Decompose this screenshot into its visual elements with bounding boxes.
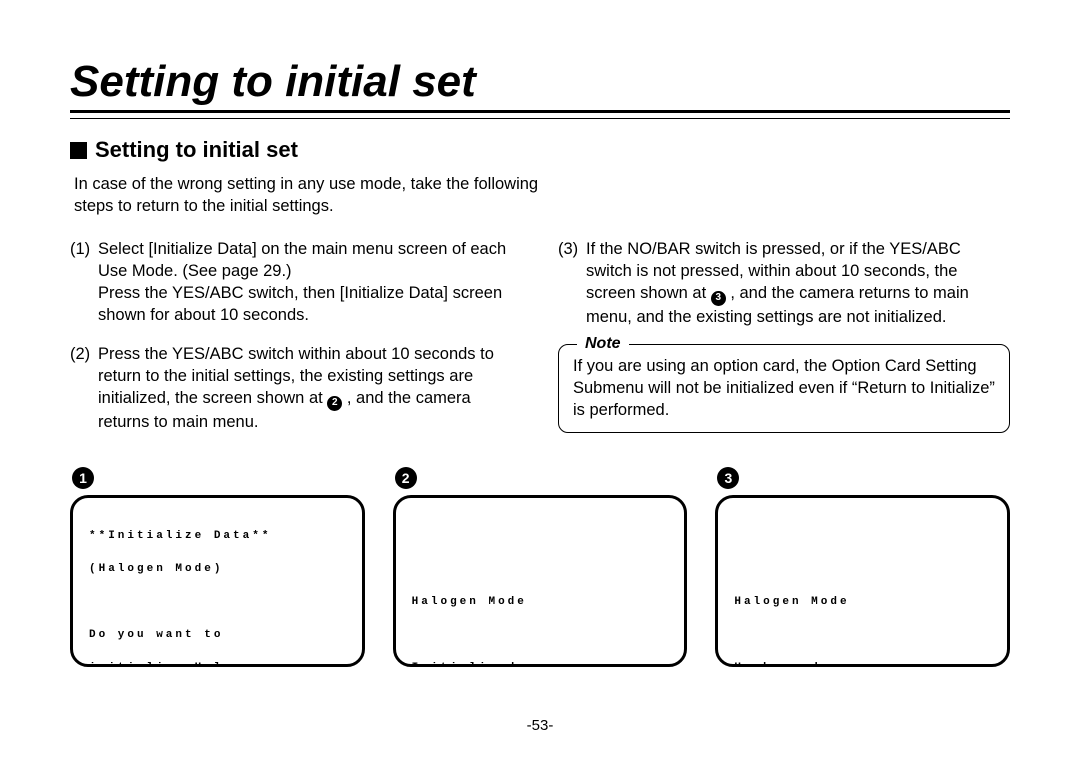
screen-blank xyxy=(734,561,991,578)
reference-circle-2-icon: 2 xyxy=(327,396,342,411)
screen-line: initialize Halogen xyxy=(89,660,346,667)
screen-3: 3 Halogen Mode Unchanged xyxy=(715,467,1010,667)
step-number: (1) xyxy=(70,238,98,327)
screen-line: Halogen Mode xyxy=(734,594,991,611)
screen-blank xyxy=(89,594,346,611)
title-rule xyxy=(70,110,1010,119)
screen-number-3-icon: 3 xyxy=(717,467,739,489)
screen-2: 2 Halogen Mode Initialized xyxy=(393,467,688,667)
step-text: Press the YES/ABC switch within about 10… xyxy=(98,343,522,433)
step-3: (3) If the NO/BAR switch is pressed, or … xyxy=(558,238,1010,328)
screen-line: Do you want to xyxy=(89,627,346,644)
screen-line: **Initialize Data** xyxy=(89,528,346,545)
screen-line: Initialized xyxy=(412,660,669,667)
step-number: (2) xyxy=(70,343,98,433)
note-label: Note xyxy=(577,333,629,355)
page-number: -53- xyxy=(0,717,1080,734)
screen-blank xyxy=(412,528,669,545)
page-title: Setting to initial set xyxy=(70,60,1010,104)
screen-number-2-icon: 2 xyxy=(395,467,417,489)
step-1: (1) Select [Initialize Data] on the main… xyxy=(70,238,522,327)
screen-blank xyxy=(412,627,669,644)
screens-row: 1 **Initialize Data** (Halogen Mode) Do … xyxy=(70,467,1010,667)
screen-blank xyxy=(734,528,991,545)
page: Setting to initial set Setting to initia… xyxy=(0,0,1080,762)
subtitle: Setting to initial set xyxy=(95,137,298,163)
screen-line: (Halogen Mode) xyxy=(89,561,346,578)
screen-blank xyxy=(412,561,669,578)
step-text: If the NO/BAR switch is pressed, or if t… xyxy=(586,238,1010,328)
screen-number-1-icon: 1 xyxy=(72,467,94,489)
column-left: (1) Select [Initialize Data] on the main… xyxy=(70,238,522,449)
step-number: (3) xyxy=(558,238,586,328)
column-right: (3) If the NO/BAR switch is pressed, or … xyxy=(558,238,1010,449)
screen-display-2: Halogen Mode Initialized xyxy=(393,495,688,667)
screen-line: Unchanged xyxy=(734,660,991,667)
screen-display-1: **Initialize Data** (Halogen Mode) Do yo… xyxy=(70,495,365,667)
two-columns: (1) Select [Initialize Data] on the main… xyxy=(70,238,1010,449)
screen-1: 1 **Initialize Data** (Halogen Mode) Do … xyxy=(70,467,365,667)
note-box: Note If you are using an option card, th… xyxy=(558,344,1010,433)
reference-circle-3-icon: 3 xyxy=(711,291,726,306)
step-2: (2) Press the YES/ABC switch within abou… xyxy=(70,343,522,433)
step-text: Select [Initialize Data] on the main men… xyxy=(98,238,522,327)
screen-display-3: Halogen Mode Unchanged xyxy=(715,495,1010,667)
screen-blank xyxy=(734,627,991,644)
subtitle-row: Setting to initial set xyxy=(70,137,1010,163)
intro-text: In case of the wrong setting in any use … xyxy=(74,173,544,218)
note-text: If you are using an option card, the Opt… xyxy=(573,355,995,422)
screen-line: Halogen Mode xyxy=(412,594,669,611)
bullet-square-icon xyxy=(70,142,87,159)
